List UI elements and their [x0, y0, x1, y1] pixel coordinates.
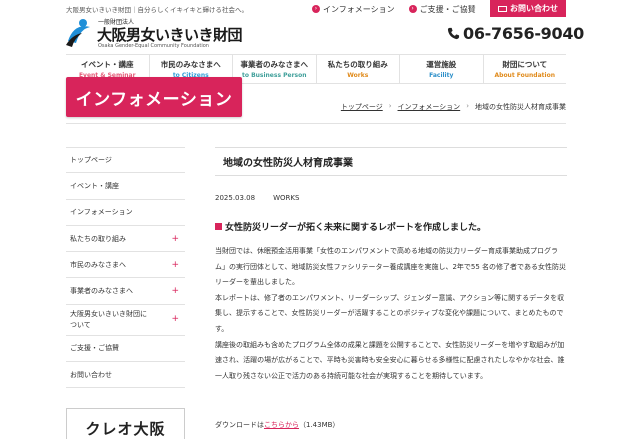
sidebar-item-support[interactable]: ご支援・ご協賛	[66, 336, 185, 363]
nav-item-jp: 市民のみなさまへ	[160, 60, 221, 69]
nav-item-jp: 財団について	[502, 60, 548, 69]
logo-mark-icon	[66, 19, 90, 47]
nav-item-jp: 事業者のみなさまへ	[240, 60, 309, 69]
article: 地域の女性防災人材育成事業 2025.03.08 WORKS 女性防災リーダーが…	[215, 147, 567, 429]
article-title: 地域の女性防災人材育成事業	[223, 158, 353, 169]
top-link-information-label: インフォメーション	[323, 4, 395, 14]
download-line: ダウンロードはこちらから（1.43MB）	[215, 420, 339, 430]
article-paragraph: 講座後の取組みも含めたプログラム全体の成果と課題を公開することで、女性防災リーダ…	[215, 340, 565, 380]
breadcrumb-information[interactable]: インフォメーション	[398, 102, 461, 112]
breadcrumb: トップページ › インフォメーション › 地域の女性防災人材育成事業	[341, 102, 566, 112]
article-paragraph: 当財団では、休眠預金活用事業「女性のエンパワメントで高める地域の防災力リーダー育…	[215, 247, 566, 287]
sidebar-item-contact[interactable]: お問い合わせ	[66, 362, 185, 389]
nav-item-facility[interactable]: 運営施設 Facility	[399, 55, 483, 83]
nav-item-jp: 私たちの取り組み	[327, 60, 388, 69]
nav-item-jp: 運営施設	[426, 60, 457, 69]
sidebar-item-works[interactable]: 私たちの取り組み +	[66, 226, 185, 253]
breadcrumb-separator-icon: ›	[466, 102, 469, 110]
sidebar: トップページ イベント・講座 インフォメーション 私たちの取り組み + 市民のみ…	[66, 147, 185, 389]
article-category: WORKS	[273, 194, 300, 202]
article-paragraph: 本レポートは、修了者のエンパワメント、リーダーシップ、ジェンダー意識、アクション…	[215, 293, 565, 333]
plus-icon: +	[171, 286, 179, 297]
arrow-circle-icon: ›	[312, 5, 320, 13]
article-title-box: 地域の女性防災人材育成事業	[215, 147, 567, 176]
download-prefix: ダウンロードは	[215, 421, 264, 429]
phone-number[interactable]: 06-7656-9040	[447, 24, 584, 43]
sidebar-item-event[interactable]: イベント・講座	[66, 173, 185, 200]
top-link-support-label: ご支援・ご協賛	[419, 4, 476, 14]
logo-main-text: 大阪男女いきいき財団	[97, 26, 243, 44]
page-title: インフォメーション	[75, 89, 233, 110]
sidebar-item-about[interactable]: 大阪男女いきいき財団に ついて +	[66, 305, 185, 336]
header-divider	[66, 123, 566, 124]
sidebar-item-label: インフォメーション	[70, 208, 133, 217]
phone-icon	[447, 27, 460, 40]
breadcrumb-current: 地域の女性防災人材育成事業	[475, 103, 566, 111]
square-bullet-icon	[215, 223, 222, 230]
breadcrumb-home[interactable]: トップページ	[341, 102, 383, 112]
contact-button-label: お問い合わせ	[510, 4, 558, 13]
sidebar-item-top[interactable]: トップページ	[66, 147, 185, 174]
arrow-circle-icon: ›	[408, 5, 417, 13]
site-tagline: 大阪男女いきいき財団｜自分らしくイキイキと輝ける社会へ。	[66, 6, 248, 14]
nav-item-business[interactable]: 事業者のみなさまへ to Business Person	[232, 55, 316, 83]
download-size: （1.43MB）	[299, 421, 340, 429]
nav-item-works[interactable]: 私たちの取り組み Works	[315, 55, 400, 83]
sidebar-item-label: ご支援・ご協賛	[70, 344, 119, 353]
article-body: 当財団では、休眠預金活用事業「女性のエンパワメントで高める地域の防災力リーダー育…	[215, 244, 567, 384]
sidebar-item-citizens[interactable]: 市民のみなさまへ +	[66, 252, 185, 279]
article-subheading-text: 女性防災リーダーが拓く未来に関するレポートを作成しました。	[225, 223, 487, 233]
article-meta: 2025.03.08 WORKS	[215, 194, 299, 202]
page-title-banner: インフォメーション	[66, 77, 242, 117]
sidebar-item-label: トップページ	[70, 156, 112, 165]
nav-item-en: About Foundation	[494, 72, 555, 79]
creo-osaka-banner[interactable]: クレオ大阪	[66, 408, 185, 439]
plus-icon: +	[171, 314, 179, 325]
nav-item-en: Facility	[429, 72, 454, 79]
nav-item-en: Works	[347, 72, 369, 79]
download-link[interactable]: こちらから	[264, 421, 299, 429]
sidebar-item-information[interactable]: インフォメーション	[66, 200, 185, 226]
article-date: 2025.03.08	[215, 194, 256, 202]
phone-number-text: 06-7656-9040	[463, 24, 585, 43]
nav-item-jp: イベント・講座	[81, 60, 134, 69]
sidebar-item-label: 大阪男女いきいき財団に ついて	[70, 309, 147, 329]
plus-icon: +	[171, 233, 179, 244]
nav-item-about[interactable]: 財団について About Foundation	[482, 55, 567, 83]
logo-en-text: Osaka Gender-Equal Community Foundation	[98, 43, 209, 49]
sidebar-item-label: 事業者のみなさまへ	[70, 287, 133, 296]
top-links: › インフォメーション › ご支援・ご協賛	[312, 3, 476, 15]
top-link-support[interactable]: › ご支援・ご協賛	[408, 4, 476, 15]
mail-icon	[498, 5, 507, 12]
article-subheading: 女性防災リーダーが拓く未来に関するレポートを作成しました。	[215, 220, 486, 233]
breadcrumb-separator-icon: ›	[388, 102, 392, 110]
plus-icon: +	[171, 259, 179, 270]
sidebar-item-label: お問い合わせ	[70, 370, 112, 379]
sidebar-item-business[interactable]: 事業者のみなさまへ +	[66, 278, 185, 305]
site-logo[interactable]: 一般財団法人 大阪男女いきいき財団 Osaka Gender-Equal Com…	[64, 15, 244, 55]
sidebar-item-label: 私たちの取り組み	[70, 234, 126, 243]
contact-button[interactable]: お問い合わせ	[490, 0, 566, 17]
nav-item-en: to Business Person	[241, 72, 307, 79]
top-link-information[interactable]: › インフォメーション	[312, 4, 395, 15]
creo-osaka-text: クレオ大阪	[85, 419, 166, 438]
sidebar-item-label: 市民のみなさまへ	[70, 260, 126, 269]
sidebar-item-label: イベント・講座	[70, 181, 119, 190]
